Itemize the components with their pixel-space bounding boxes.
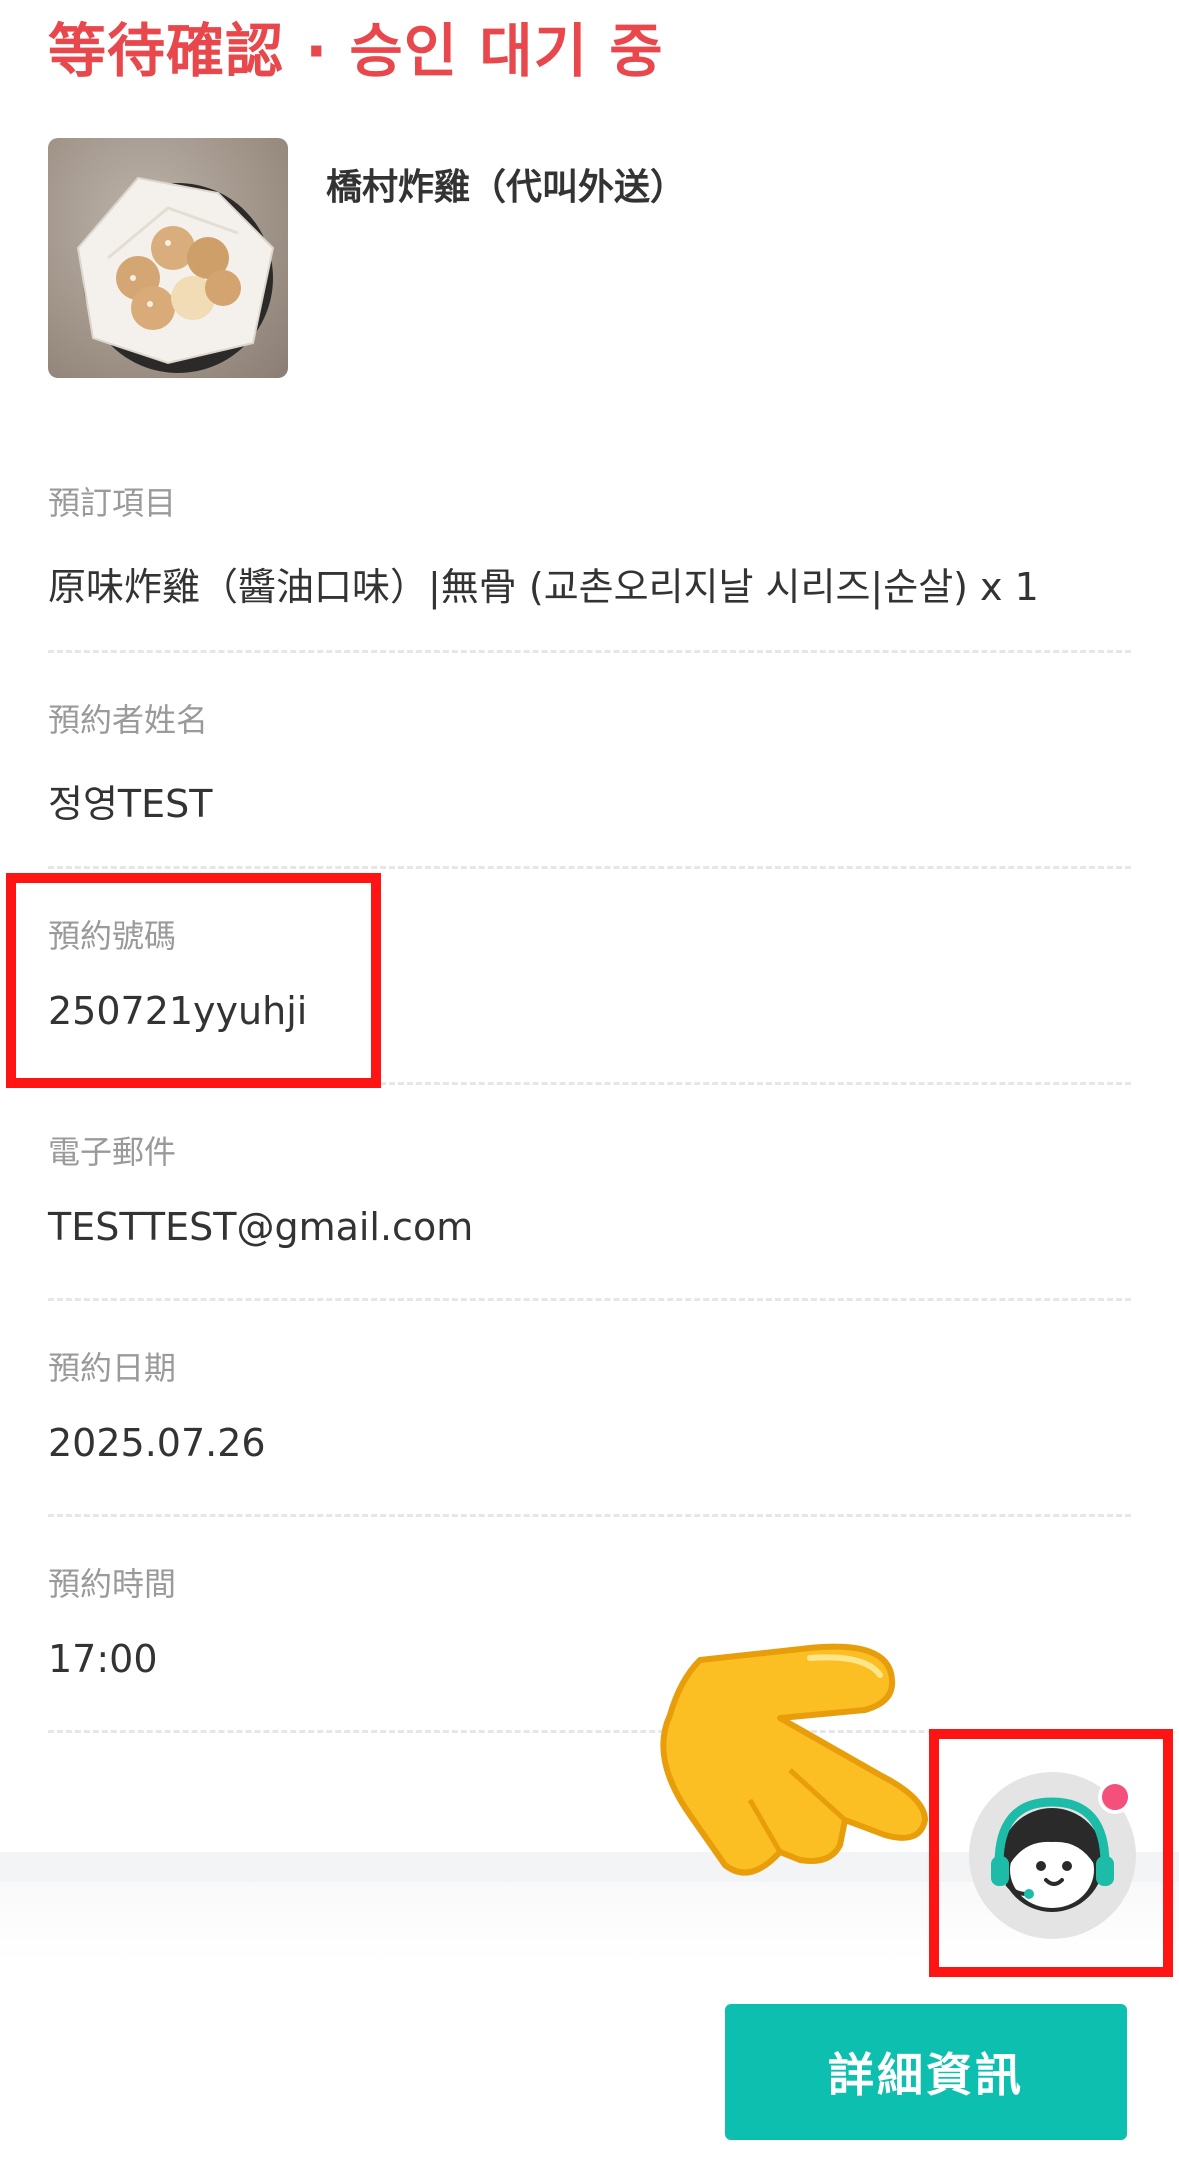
field-label: 預訂項目: [48, 484, 177, 522]
field-value: 정영TEST: [48, 782, 213, 826]
field-value: 2025.07.26: [48, 1421, 266, 1465]
status-title: 等待確認 · 승인 대기 중: [48, 17, 664, 85]
divider: [48, 866, 1131, 869]
divider: [48, 1514, 1131, 1517]
field-reservation-item: 預訂項目 原味炸雞（醬油口味）|無骨 (교촌오리지날 시리즈|순살) x 1: [48, 478, 1131, 628]
field-reserver-name: 預約者姓名 정영TEST: [48, 695, 1131, 826]
pointing-hand-icon: [660, 1643, 928, 1876]
fried-chicken-photo-icon: [76, 176, 275, 373]
field-reservation-time: 預約時間 17:00: [48, 1559, 1131, 1689]
field-label: 預約時間: [48, 1565, 177, 1603]
field-value: 17:00: [48, 1637, 158, 1681]
field-label: 預約日期: [48, 1349, 177, 1387]
product-name: 橋村炸雞（代叫外送）: [326, 167, 687, 208]
divider: [48, 1298, 1131, 1301]
field-value: 原味炸雞（醬油口味）|無骨 (교촌오리지날 시리즈|순살) x 1: [48, 565, 1039, 609]
field-email: 電子郵件 TESTTEST@gmail.com: [48, 1127, 1131, 1257]
field-label: 電子郵件: [48, 1133, 177, 1171]
divider: [48, 650, 1131, 653]
detail-info-button[interactable]: 詳細資訊: [725, 2004, 1127, 2140]
highlight-reservation-number: [6, 873, 381, 1088]
field-label: 預約者姓名: [48, 701, 209, 739]
field-reservation-date: 預約日期 2025.07.26: [48, 1343, 1131, 1473]
field-value: TESTTEST@gmail.com: [48, 1205, 474, 1249]
product-thumbnail: [48, 138, 288, 378]
highlight-customer-service: [929, 1729, 1173, 1977]
